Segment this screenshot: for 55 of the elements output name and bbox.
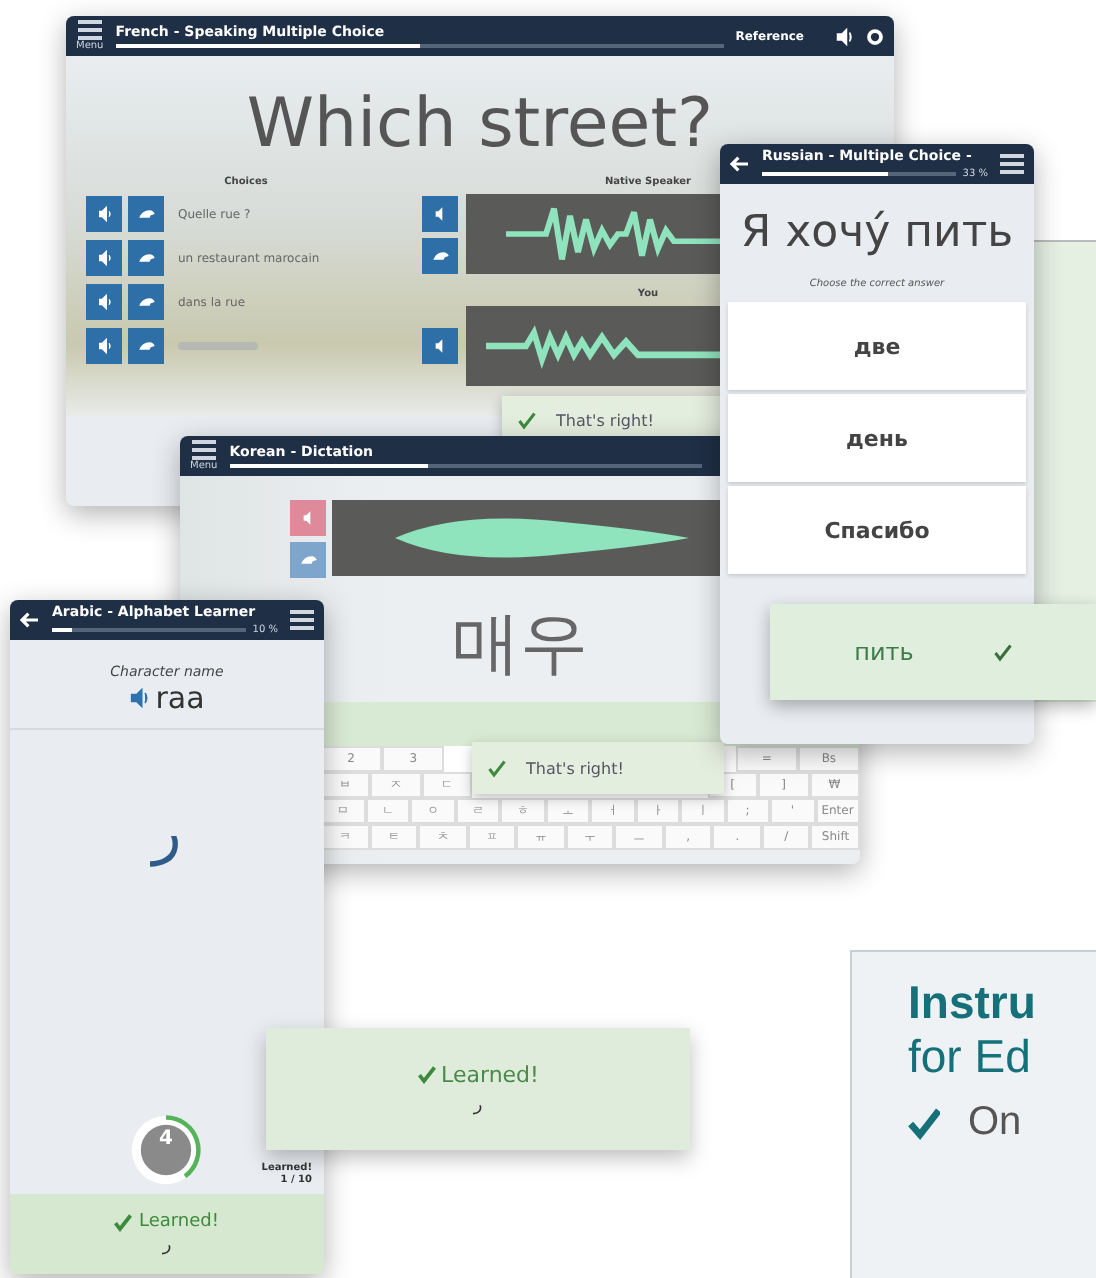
play-button[interactable]: [422, 328, 458, 364]
check-icon: [417, 1066, 436, 1084]
check-icon: [488, 759, 506, 777]
popup-text: Learned!: [441, 1062, 539, 1088]
play-button[interactable]: [86, 328, 122, 364]
menu-icon[interactable]: [77, 20, 102, 40]
settings-icon[interactable]: [866, 27, 884, 45]
toast-text: That's right!: [556, 411, 654, 429]
back-arrow-icon[interactable]: [730, 156, 750, 172]
turtle-icon: [299, 552, 317, 568]
menu-icon[interactable]: [290, 610, 314, 630]
turtle-icon: [137, 206, 155, 222]
banner-text: Learned!: [138, 1212, 219, 1232]
question-heading: Which street?: [246, 84, 714, 164]
slow-play-button[interactable]: [128, 196, 164, 232]
check-icon: [114, 1213, 133, 1231]
answer-text: пить: [854, 638, 914, 666]
slow-play-button[interactable]: [128, 284, 164, 320]
slow-play-button[interactable]: [422, 237, 458, 273]
answer-option[interactable]: Спасибо: [728, 486, 1026, 574]
turtle-icon: [137, 338, 155, 354]
play-button[interactable]: [86, 196, 122, 232]
play-button[interactable]: [422, 195, 458, 231]
arabic-letter: ر: [148, 796, 184, 872]
answer-option[interactable]: день: [728, 394, 1026, 482]
arabic-letter: ر: [162, 1236, 172, 1256]
question-heading: Я хочу́ пить: [738, 206, 1016, 262]
turtle-icon: [431, 247, 449, 263]
card-title: Instru: [908, 976, 1038, 1030]
speaker-icon: [95, 206, 113, 222]
speaker-icon: [95, 250, 113, 266]
character-name: raa: [155, 680, 205, 716]
play-button[interactable]: [86, 284, 122, 320]
check-icon: [993, 643, 1012, 661]
answer-option[interactable]: пить: [770, 604, 1096, 700]
speaker-icon: [95, 338, 113, 354]
toast-text: That's right!: [526, 759, 624, 777]
slow-play-button[interactable]: [290, 542, 326, 578]
card-subtitle: for Ed: [908, 1030, 1033, 1084]
check-icon: [518, 411, 536, 429]
answer-word: 매우: [452, 604, 588, 684]
feature-text: On: [968, 1100, 1022, 1146]
turtle-icon: [137, 294, 155, 310]
play-button[interactable]: [290, 500, 326, 536]
back-arrow-icon[interactable]: [20, 612, 40, 628]
timer-count: 4: [157, 1128, 175, 1150]
slow-play-button[interactable]: [128, 240, 164, 276]
turtle-icon: [137, 250, 155, 266]
arabic-letter: ر: [473, 1096, 483, 1116]
menu-icon[interactable]: [191, 440, 216, 460]
speaker-icon: [95, 294, 113, 310]
answer-option[interactable]: две: [728, 302, 1026, 390]
slow-play-button[interactable]: [128, 328, 164, 364]
menu-icon[interactable]: [1000, 154, 1024, 174]
play-button[interactable]: [86, 240, 122, 276]
